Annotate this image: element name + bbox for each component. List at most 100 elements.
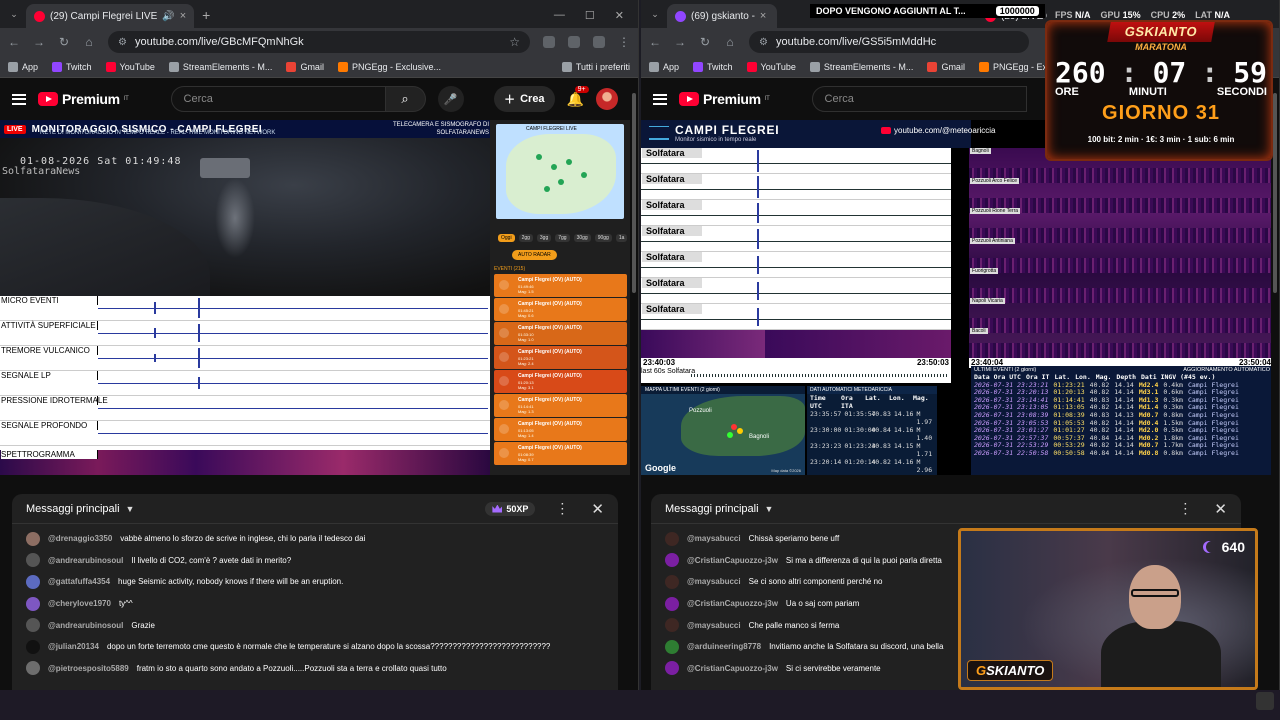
xp-badge[interactable]: 50XP [485,501,536,516]
page-scrollbar[interactable] [1271,85,1279,690]
profile-icon[interactable] [593,36,605,48]
live-video-player[interactable]: LIVE MONITORAGGIO SISMICO - CAMPI FLEGRE… [0,120,630,475]
minimize-icon[interactable]: — [554,9,565,22]
chat-author[interactable]: @CristianCapuozzo-j3w [687,556,778,565]
pill-3d[interactable]: 3gg [536,234,552,242]
url-bar[interactable]: ⚙ youtube.com/live/GS5i5mMddHc [749,31,1029,53]
pill-today[interactable]: Oggi [498,234,515,242]
search-input[interactable]: Cerca [811,86,1027,112]
tab-search-icon[interactable]: ⌄ [6,6,22,22]
bookmark-streamelements[interactable]: StreamElements - M... [168,61,272,72]
chat-author[interactable]: @arduineering8778 [687,642,761,651]
forward-icon[interactable]: → [33,35,45,49]
maximize-icon[interactable]: ☐ [585,9,595,22]
site-info-icon[interactable]: ⚙ [759,37,768,48]
tab-campi-flegrei[interactable]: (29) Campi Flegrei LIVE 🔊 × [26,4,195,28]
bookmark-pngegg[interactable]: PNGEgg - Exclusive... [337,61,441,72]
extension-icon[interactable] [543,36,555,48]
chat-mode-label[interactable]: Messaggi principali [26,503,120,515]
back-icon[interactable]: ← [8,35,20,49]
bookmark-streamelements[interactable]: StreamElements - M... [809,61,913,72]
chat-author[interactable]: @julian20134 [48,642,99,651]
pill-1y[interactable]: 1a [615,234,628,242]
col-header: Lon. [889,394,905,402]
bookmark-gmail[interactable]: Gmail [286,61,324,72]
bookmark-youtube[interactable]: YouTube [746,61,796,72]
chat-author[interactable]: @maysabucci [687,534,741,543]
chat-author[interactable]: @gattafuffa4354 [48,577,110,586]
url-bar[interactable]: ⚙ youtube.com/live/GBcMFQmNhGk ☆ [108,31,530,53]
event-marker [536,154,542,160]
menu-kebab-icon[interactable]: ⋮ [618,35,630,49]
reload-icon[interactable]: ↻ [58,35,70,49]
close-icon[interactable]: ✕ [1214,500,1227,518]
hamburger-menu-icon[interactable] [653,93,667,105]
page-scrollbar[interactable] [630,85,638,690]
chat-author[interactable]: @CristianCapuozzo-j3w [687,599,778,608]
pill-30d[interactable]: 30gg [573,234,591,242]
chat-mode-label[interactable]: Messaggi principali [665,503,759,515]
scrollbar-thumb[interactable] [632,93,636,293]
pill-7d[interactable]: 7gg [555,234,570,242]
search-button[interactable]: ⌕ [385,86,426,112]
bookmark-gmail[interactable]: Gmail [927,61,965,72]
forward-icon[interactable]: → [674,35,686,49]
home-icon[interactable]: ⌂ [724,35,736,49]
bookmark-app[interactable]: App [8,61,38,72]
bookmark-all[interactable]: Tutti i preferiti [561,61,630,72]
youtube-logo[interactable]: Premium IT [38,91,129,107]
search-input[interactable]: Cerca [170,86,386,112]
corner-widget-icon[interactable] [1256,692,1274,710]
chat-author[interactable]: @CristianCapuozzo-j3w [687,664,778,673]
spectrogram-label: Bacoli [970,328,988,334]
tab-gskianto[interactable]: (69) gskianto - × [667,4,777,28]
bookmark-twitch[interactable]: Twitch [52,61,92,72]
chat-author[interactable]: @drenaggio3350 [48,534,112,543]
close-icon[interactable]: ✕ [591,500,604,518]
tab-search-icon[interactable]: ⌄ [647,6,663,22]
notifications-bell-icon[interactable]: 🔔 9+ [567,85,589,108]
close-tab-icon[interactable]: × [760,10,766,22]
home-icon[interactable]: ⌂ [83,35,95,49]
bookmark-star-icon[interactable]: ☆ [509,35,520,49]
auto-radar-filter[interactable]: AUTO RADAR [512,250,557,260]
hamburger-menu-icon[interactable] [12,93,26,105]
reload-icon[interactable]: ↻ [699,35,711,49]
table-cell: M 1.97 [916,410,933,426]
avatar[interactable] [596,88,618,110]
close-window-icon[interactable]: ✕ [615,9,624,22]
youtube-logo[interactable]: Premium IT [679,91,770,107]
chat-author[interactable]: @maysabucci [687,621,741,630]
voice-search-icon[interactable]: 🎤 [437,86,464,112]
bookmark-youtube[interactable]: YouTube [105,61,155,72]
chat-author[interactable]: @andrearubinosoul [48,621,123,630]
extensions-puzzle-icon[interactable] [568,36,580,48]
bookmark-app[interactable]: App [649,61,679,72]
youtube-play-icon [679,92,699,106]
chat-menu-icon[interactable]: ⋮ [555,500,569,517]
map-land [506,134,616,214]
chat-author[interactable]: @pietroesposito5889 [48,664,129,673]
close-tab-icon[interactable]: × [180,10,186,22]
table-cell: M 1.74 [916,474,934,475]
pill-90d[interactable]: 90gg [594,234,612,242]
chat-author[interactable]: @andrearubinosoul [48,556,123,565]
back-icon[interactable]: ← [649,35,661,49]
avatar [26,574,40,589]
bookmark-twitch[interactable]: Twitch [693,61,733,72]
new-tab-icon[interactable]: + [202,7,210,23]
audio-icon[interactable]: 🔊 [162,11,174,22]
create-button[interactable]: ＋ Crea [494,86,555,112]
timer-units: ORE MINUTI SECONDI [1055,86,1267,98]
chevron-down-icon[interactable]: ▼ [126,504,135,514]
chat-author[interactable]: @maysabucci [687,577,741,586]
pill-2d[interactable]: 2gg [518,234,533,242]
chat-menu-icon[interactable]: ⋮ [1178,500,1192,517]
site-info-icon[interactable]: ⚙ [118,37,127,48]
live-video-player[interactable]: CAMPI FLEGREI Monitor sismico in tempo r… [641,120,1271,475]
trace-spike [154,302,156,314]
chevron-down-icon[interactable]: ▼ [765,504,774,514]
chat-author[interactable]: @cherylove1970 [48,599,111,608]
station-label: Solfatara [642,278,702,288]
stat-label: GPU [1100,10,1121,20]
